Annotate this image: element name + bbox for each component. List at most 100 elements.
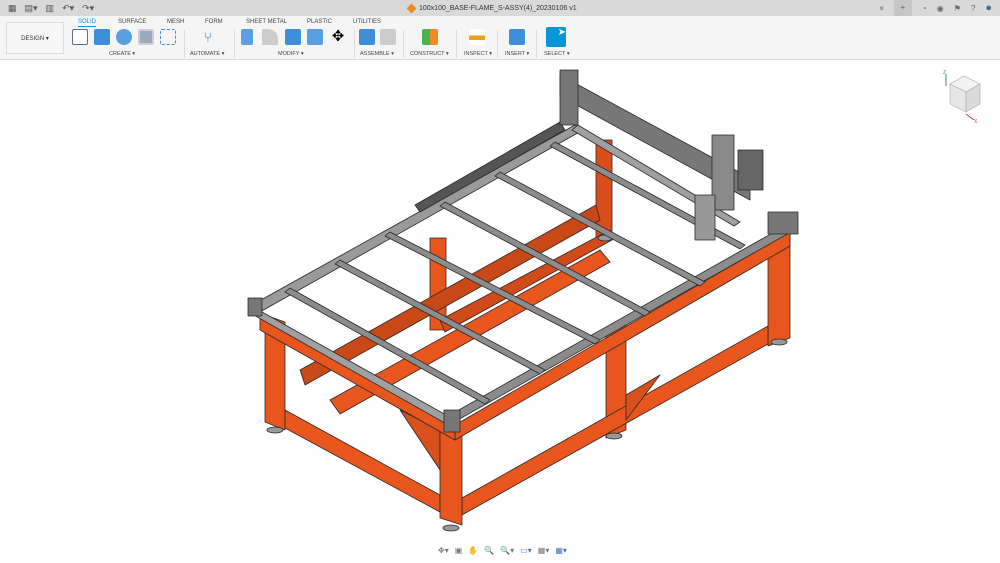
crossbar [334, 259, 546, 375]
navigation-bar: ✥▾ ▣ ✋ 🔍 🔍▾ ▭▾ ▦▾ ▦▾ [438, 546, 567, 555]
top-front-beam [454, 231, 791, 441]
top-left-beam [259, 314, 456, 441]
torch-holder [694, 194, 716, 241]
foot [770, 338, 788, 346]
help-icon[interactable]: ? [971, 4, 975, 13]
joint-icon[interactable] [380, 29, 396, 45]
automate-menu[interactable]: AUTOMATE ▾ [190, 51, 224, 57]
fillet-icon[interactable] [262, 29, 278, 45]
create-menu[interactable]: CREATE ▾ [109, 51, 135, 57]
select-icon[interactable]: ➤ [546, 27, 566, 47]
motor [737, 149, 764, 191]
z-axis-label: Z [943, 70, 946, 76]
create-sketch-icon[interactable] [72, 29, 88, 45]
fit-icon[interactable]: 🔍▾ [500, 546, 514, 555]
tab-solid[interactable]: SOLID [78, 19, 97, 27]
display-settings-icon[interactable]: ▭▾ [520, 546, 532, 555]
redo-button[interactable]: ↷▾ [82, 3, 94, 14]
corner-bracket [767, 211, 799, 235]
file-menu-button[interactable]: ▤▾ [25, 3, 38, 14]
mid-front-stretcher [284, 329, 441, 431]
construct-plane-icon[interactable] [422, 29, 438, 45]
save-button[interactable]: ▥ [46, 3, 55, 14]
foot [605, 432, 623, 440]
crossbar [439, 201, 651, 317]
bottom-left-stretcher [284, 409, 441, 513]
grid-menu-icon[interactable]: ▦ [8, 3, 17, 14]
viewcube[interactable]: Z X [940, 68, 988, 124]
undo-button[interactable]: ↶▾ [62, 3, 74, 14]
document-tab[interactable]: 100x100_BASE-FLAME_S-ASSY(4)_20230106 v1 [406, 0, 577, 16]
select-menu[interactable]: SELECT ▾ [544, 51, 570, 57]
press-pull-icon[interactable] [241, 29, 253, 45]
tab-plastic[interactable]: PLASTIC [307, 19, 332, 25]
hole-icon[interactable] [138, 29, 154, 45]
crossbar [494, 171, 706, 287]
gantry-rail [414, 121, 566, 213]
new-component-icon[interactable] [359, 29, 375, 45]
right-leg [767, 231, 791, 347]
crossbar [384, 231, 601, 345]
left-leg [264, 314, 286, 431]
toolbar: DESIGN ▾ SOLID SURFACE MESH FORM SHEET M… [0, 16, 1000, 60]
revolve-icon[interactable] [116, 29, 132, 45]
document-title: 100x100_BASE-FLAME_S-ASSY(4)_20230106 v1 [419, 4, 577, 12]
notifications-icon[interactable]: ⚑ [954, 4, 961, 13]
bottom-front-stretcher [461, 325, 769, 516]
foot [597, 234, 613, 242]
modify-menu[interactable]: MODIFY ▾ [278, 51, 304, 57]
measure-icon[interactable] [469, 29, 485, 45]
viewports-icon[interactable]: ▦▾ [555, 546, 567, 555]
tab-form[interactable]: FORM [205, 19, 223, 25]
diagonal-stretcher [329, 249, 611, 415]
new-tab-button[interactable]: + [893, 0, 912, 16]
inner-stretcher [439, 229, 613, 333]
grid-settings-icon[interactable]: ▦▾ [538, 546, 550, 555]
look-at-icon[interactable]: ▣ [455, 546, 463, 555]
insert-menu[interactable]: INSERT ▾ [505, 51, 529, 57]
automate-icon[interactable]: ⑂ [200, 29, 216, 45]
extensions-icon[interactable]: ◉ [937, 4, 944, 13]
foot [266, 426, 284, 434]
move-icon[interactable]: ✥ [330, 29, 346, 45]
back-leg-mid [429, 237, 447, 331]
combine-icon[interactable] [285, 29, 301, 45]
insert-image-icon[interactable] [509, 29, 525, 45]
zoom-icon[interactable]: 🔍 [484, 546, 494, 555]
rail-left-front [251, 307, 456, 427]
corner-bracket [443, 409, 461, 433]
rail-back [571, 124, 741, 227]
gusset [399, 409, 441, 471]
assemble-menu[interactable]: ASSEMBLE ▾ [360, 51, 394, 57]
job-status-icon[interactable]: ◔ [922, 4, 927, 13]
application-bar: ▦ ▤▾ ▥ ↶▾ ↷▾ 100x100_BASE-FLAME_S-ASSY(4… [0, 0, 1000, 16]
front-leg [439, 424, 463, 526]
shell-icon[interactable] [307, 29, 323, 45]
profile-avatar[interactable]: ● [985, 2, 992, 14]
tab-mesh[interactable]: MESH [167, 19, 184, 25]
pan-icon[interactable]: ✋ [468, 546, 478, 555]
tab-utilities[interactable]: UTILITIES [353, 19, 381, 25]
z-axis-carriage [711, 134, 735, 211]
model-viewport [247, 69, 799, 532]
corner-bracket [247, 297, 263, 317]
close-tab-button[interactable]: × [879, 4, 884, 13]
back-stretcher [299, 204, 601, 386]
tab-surface[interactable]: SURFACE [118, 19, 146, 25]
pattern-icon[interactable] [160, 29, 176, 45]
tab-sheet-metal[interactable]: SHEET METAL [246, 19, 287, 25]
construct-menu[interactable]: CONSTRUCT ▾ [410, 51, 449, 57]
rail-front-right [449, 221, 799, 422]
gantry-end-block [559, 69, 579, 126]
right-middle-leg [605, 321, 627, 439]
workspace-switcher[interactable]: DESIGN ▾ [6, 22, 64, 54]
orbit-icon[interactable]: ✥▾ [438, 546, 449, 555]
inspect-menu[interactable]: INSPECT ▾ [464, 51, 492, 57]
document-icon [406, 3, 417, 13]
gusset [625, 374, 661, 421]
crossbar [549, 141, 746, 250]
extrude-icon[interactable] [94, 29, 110, 45]
back-leg [595, 139, 613, 241]
rail-left-back [251, 124, 584, 313]
gantry-beam [559, 74, 751, 201]
